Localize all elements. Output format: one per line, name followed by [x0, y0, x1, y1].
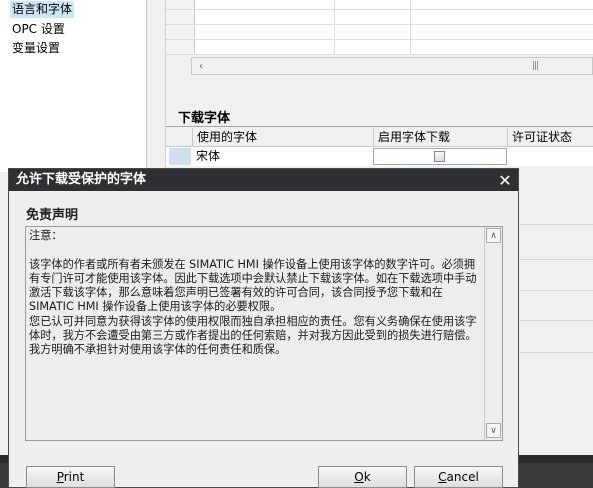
column-header-used-font[interactable]: 使用的字体	[192, 128, 373, 146]
horizontal-scrollbar[interactable]: ‹ |||	[191, 57, 593, 75]
panel-gutter	[147, 0, 166, 172]
enable-download-checkbox[interactable]	[434, 151, 445, 162]
scroll-grip-icon[interactable]: |||	[532, 61, 542, 71]
download-fonts-title: 下载字体	[178, 111, 231, 126]
column-header-enable-download[interactable]: 启用字体下载	[373, 128, 507, 146]
close-icon[interactable]: ✕	[496, 171, 514, 190]
protected-font-dialog: 允许下载受保护的字体 ✕ 免责声明 注意： 该字体的作者或所有者未颁发在 SIM…	[8, 168, 519, 488]
tree-item-tag-settings[interactable]: 变量设置	[12, 40, 60, 57]
disclaimer-text: 注意： 该字体的作者或所有者未颁发在 SIMATIC HMI 操作设备上使用该字…	[29, 229, 477, 357]
cancel-button[interactable]: Cancel	[414, 466, 503, 488]
scroll-down-icon[interactable]: ∨	[486, 423, 501, 438]
tree-item-opc-settings[interactable]: OPC 设置	[12, 21, 65, 38]
font-name-cell[interactable]: 宋体	[192, 147, 373, 166]
upper-grid	[166, 0, 593, 55]
scroll-left-icon[interactable]: ‹	[192, 58, 210, 74]
table-row[interactable]: 宋体	[166, 147, 593, 166]
disclaimer-heading: 免责声明	[26, 208, 79, 223]
print-button[interactable]: Print	[26, 466, 115, 488]
enable-download-cell[interactable]	[373, 148, 507, 165]
row-header[interactable]	[169, 148, 191, 165]
disclaimer-textbox[interactable]: 注意： 该字体的作者或所有者未颁发在 SIMATIC HMI 操作设备上使用该字…	[25, 226, 503, 441]
scroll-up-icon[interactable]: ∧	[486, 228, 501, 243]
table-header: 使用的字体 启用字体下载 许可证状态	[166, 128, 593, 147]
font-download-table: 使用的字体 启用字体下载 许可证状态 宋体	[166, 128, 593, 172]
vertical-scrollbar[interactable]: ∧ ∨	[484, 227, 502, 440]
tree-item-language-fonts[interactable]: 语言和字体	[10, 1, 75, 18]
background-panel	[520, 188, 593, 488]
dialog-titlebar[interactable]: 允许下载受保护的字体 ✕	[9, 169, 518, 191]
column-header-license-status[interactable]: 许可证状态	[507, 128, 593, 146]
ok-button[interactable]: Ok	[318, 466, 407, 488]
title-divider	[166, 126, 593, 127]
dialog-title: 允许下载受保护的字体	[16, 172, 147, 187]
tree-panel: 语言和字体 OPC 设置 变量设置	[0, 0, 146, 172]
